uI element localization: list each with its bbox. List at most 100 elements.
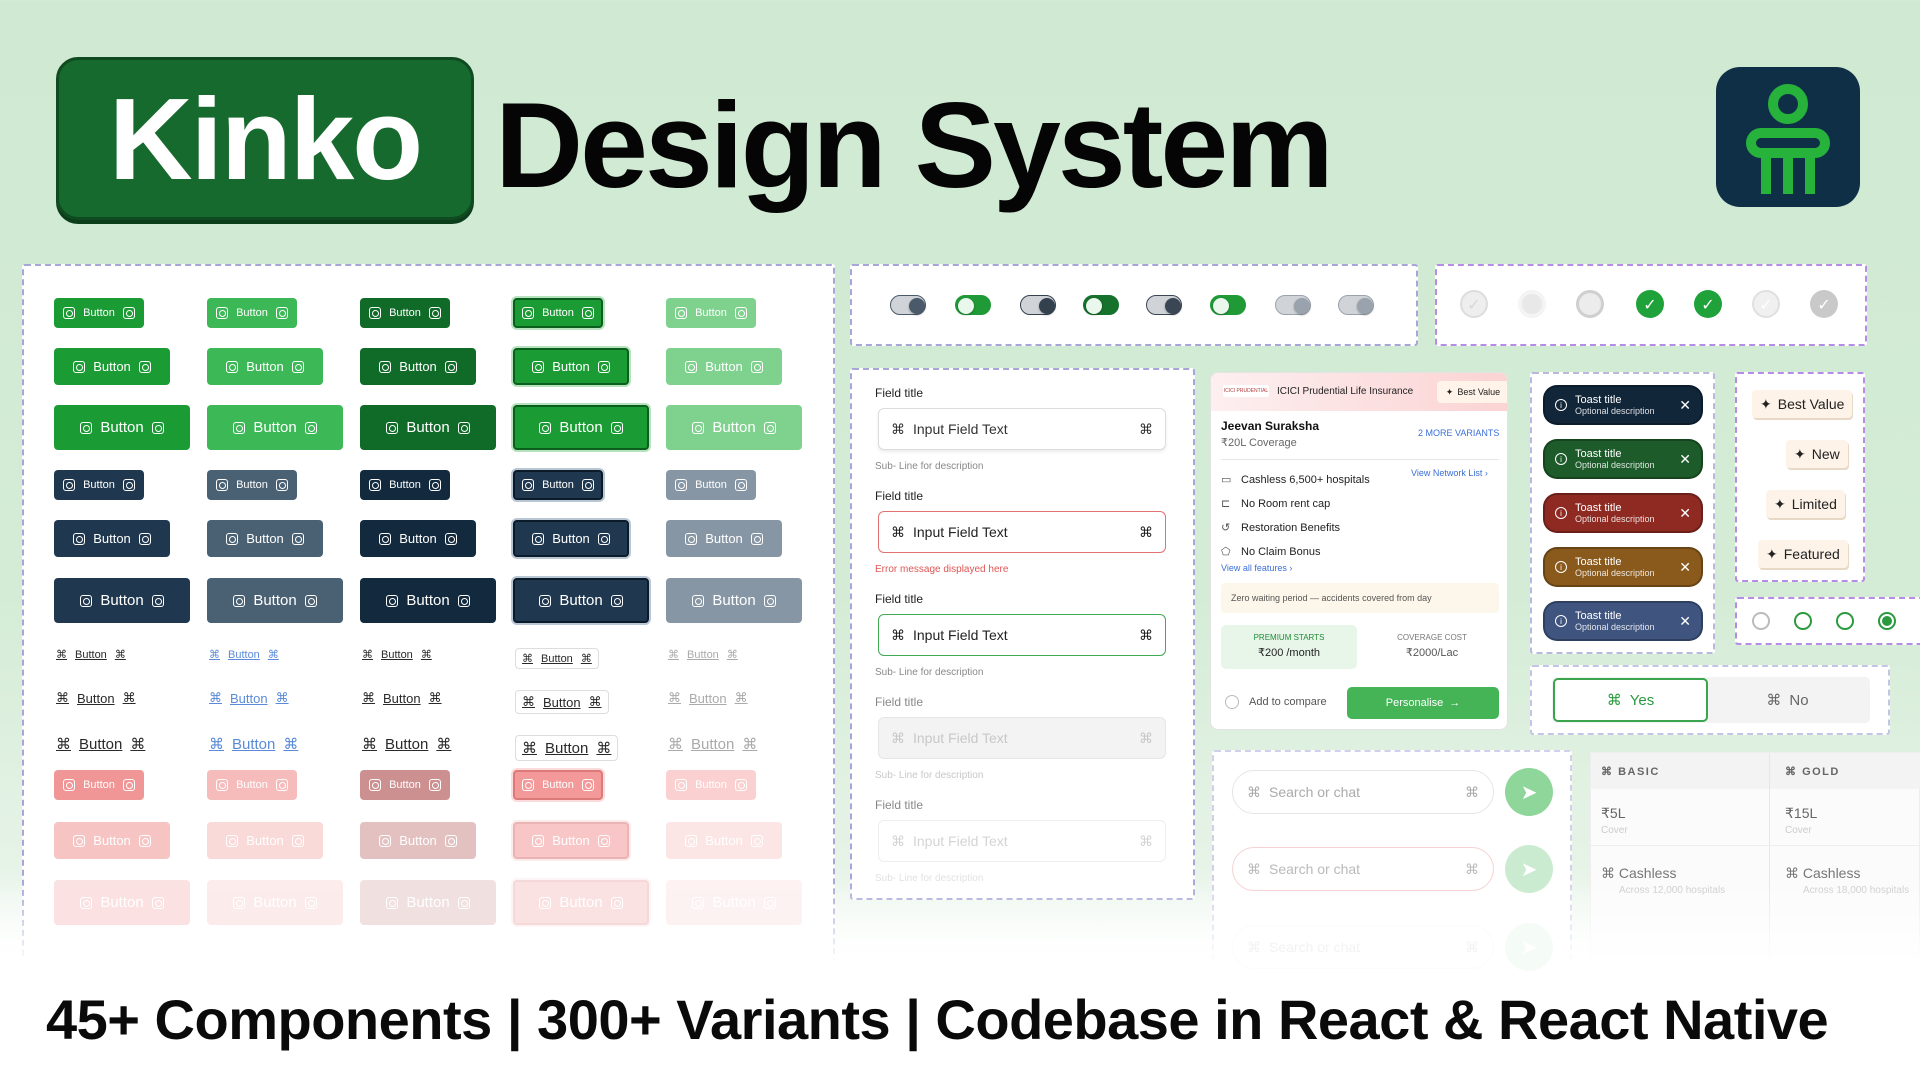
- primary-button[interactable]: Button: [666, 405, 802, 450]
- primary-button[interactable]: Button: [513, 298, 603, 328]
- check-circle[interactable]: [1576, 290, 1604, 318]
- close-icon[interactable]: ✕: [1679, 397, 1691, 414]
- primary-button[interactable]: Button: [360, 520, 476, 557]
- primary-button[interactable]: Button: [360, 405, 496, 450]
- link-button[interactable]: ⌘ Button ⌘: [209, 690, 289, 706]
- primary-button[interactable]: Button: [513, 578, 649, 623]
- primary-button[interactable]: Button: [360, 822, 476, 859]
- primary-button[interactable]: Button: [513, 348, 629, 385]
- close-icon[interactable]: ✕: [1679, 505, 1691, 522]
- send-button[interactable]: ➤: [1505, 923, 1553, 971]
- close-icon[interactable]: ✕: [1679, 613, 1691, 630]
- primary-button[interactable]: Button: [207, 770, 297, 800]
- primary-button[interactable]: Button: [666, 578, 802, 623]
- primary-button[interactable]: Button: [54, 578, 190, 623]
- link-button[interactable]: ⌘ Button ⌘: [668, 648, 738, 662]
- primary-button[interactable]: Button: [513, 470, 603, 500]
- link-button[interactable]: ⌘ Button ⌘: [56, 735, 145, 754]
- toggle-switch[interactable]: [1083, 295, 1119, 315]
- check-circle[interactable]: ✓: [1810, 290, 1838, 318]
- link-button[interactable]: ⌘ Button ⌘: [668, 735, 757, 754]
- primary-button[interactable]: Button: [513, 405, 649, 450]
- primary-button[interactable]: Button: [513, 770, 603, 800]
- text-input[interactable]: ⌘ Input Field Text ⌘: [878, 511, 1166, 553]
- primary-button[interactable]: Button: [666, 348, 782, 385]
- close-icon[interactable]: ✕: [1679, 451, 1691, 468]
- close-icon[interactable]: ✕: [1679, 559, 1691, 576]
- text-input[interactable]: ⌘ Input Field Text ⌘: [878, 408, 1166, 450]
- link-button[interactable]: ⌘ Button ⌘: [362, 735, 451, 754]
- primary-button[interactable]: Button: [207, 470, 297, 500]
- primary-button[interactable]: Button: [207, 578, 343, 623]
- toggle-switch[interactable]: [1146, 295, 1182, 315]
- search-input[interactable]: ⌘ Search or chat ⌘: [1232, 925, 1494, 969]
- more-variants-link[interactable]: 2 MORE VARIANTS: [1418, 428, 1499, 438]
- link-button[interactable]: ⌘ Button ⌘: [56, 690, 136, 706]
- primary-button[interactable]: Button: [666, 470, 756, 500]
- primary-button[interactable]: Button: [360, 770, 450, 800]
- primary-button[interactable]: Button: [207, 348, 323, 385]
- primary-button[interactable]: Button: [360, 348, 476, 385]
- primary-button[interactable]: Button: [207, 822, 323, 859]
- compare-checkbox[interactable]: [1225, 695, 1239, 709]
- primary-button[interactable]: Button: [513, 520, 629, 557]
- toggle-switch[interactable]: [890, 295, 926, 315]
- primary-button[interactable]: Button: [360, 880, 496, 925]
- text-input[interactable]: ⌘ Input Field Text ⌘: [878, 614, 1166, 656]
- toggle-switch[interactable]: [1338, 295, 1374, 315]
- link-button[interactable]: ⌘ Button ⌘: [515, 690, 609, 714]
- primary-button[interactable]: Button: [207, 520, 323, 557]
- primary-button[interactable]: Button: [54, 348, 170, 385]
- primary-button[interactable]: Button: [666, 298, 756, 328]
- primary-button[interactable]: Button: [666, 880, 802, 925]
- radio-button[interactable]: [1794, 612, 1812, 630]
- primary-button[interactable]: Button: [360, 578, 496, 623]
- primary-button[interactable]: Button: [207, 405, 343, 450]
- radio-button[interactable]: [1878, 612, 1896, 630]
- check-circle[interactable]: [1518, 290, 1546, 318]
- primary-button[interactable]: Button: [513, 822, 629, 859]
- text-input[interactable]: ⌘ Input Field Text ⌘: [878, 820, 1166, 862]
- link-button[interactable]: ⌘ Button ⌘: [668, 690, 748, 706]
- segment-yes[interactable]: ⌘ Yes: [1553, 678, 1708, 722]
- check-circle[interactable]: ✓: [1460, 290, 1488, 318]
- link-button[interactable]: ⌘ Button ⌘: [362, 690, 442, 706]
- primary-button[interactable]: Button: [360, 298, 450, 328]
- toggle-switch[interactable]: [955, 295, 991, 315]
- check-circle[interactable]: ✓: [1752, 290, 1780, 318]
- network-list-link[interactable]: View Network List ›: [1411, 468, 1488, 478]
- primary-button[interactable]: Button: [54, 470, 144, 500]
- all-features-link[interactable]: View all features ›: [1221, 563, 1292, 573]
- link-button[interactable]: ⌘ Button ⌘: [56, 648, 126, 662]
- personalise-button[interactable]: Personalise →: [1347, 687, 1499, 719]
- link-button[interactable]: ⌘ Button ⌘: [362, 648, 432, 662]
- primary-button[interactable]: Button: [54, 298, 144, 328]
- text-input[interactable]: ⌘ Input Field Text ⌘: [878, 717, 1166, 759]
- search-input[interactable]: ⌘ Search or chat ⌘: [1232, 770, 1494, 814]
- check-circle[interactable]: ✓: [1636, 290, 1664, 318]
- primary-button[interactable]: Button: [54, 520, 170, 557]
- primary-button[interactable]: Button: [54, 405, 190, 450]
- primary-button[interactable]: Button: [207, 298, 297, 328]
- primary-button[interactable]: Button: [54, 822, 170, 859]
- primary-button[interactable]: Button: [666, 770, 756, 800]
- toggle-switch[interactable]: [1020, 295, 1056, 315]
- radio-button[interactable]: [1752, 612, 1770, 630]
- primary-button[interactable]: Button: [513, 880, 649, 925]
- link-button[interactable]: ⌘ Button ⌘: [515, 648, 599, 669]
- primary-button[interactable]: Button: [54, 880, 190, 925]
- toggle-switch[interactable]: [1210, 295, 1246, 315]
- link-button[interactable]: ⌘ Button ⌘: [209, 735, 298, 754]
- primary-button[interactable]: Button: [666, 822, 782, 859]
- primary-button[interactable]: Button: [360, 470, 450, 500]
- primary-button[interactable]: Button: [666, 520, 782, 557]
- send-button[interactable]: ➤: [1505, 845, 1553, 893]
- link-button[interactable]: ⌘ Button ⌘: [515, 735, 619, 761]
- segment-no[interactable]: ⌘ No: [1710, 678, 1865, 722]
- send-button[interactable]: ➤: [1505, 768, 1553, 816]
- check-circle[interactable]: ✓: [1694, 290, 1722, 318]
- primary-button[interactable]: Button: [207, 880, 343, 925]
- toggle-switch[interactable]: [1275, 295, 1311, 315]
- radio-button[interactable]: [1836, 612, 1854, 630]
- primary-button[interactable]: Button: [54, 770, 144, 800]
